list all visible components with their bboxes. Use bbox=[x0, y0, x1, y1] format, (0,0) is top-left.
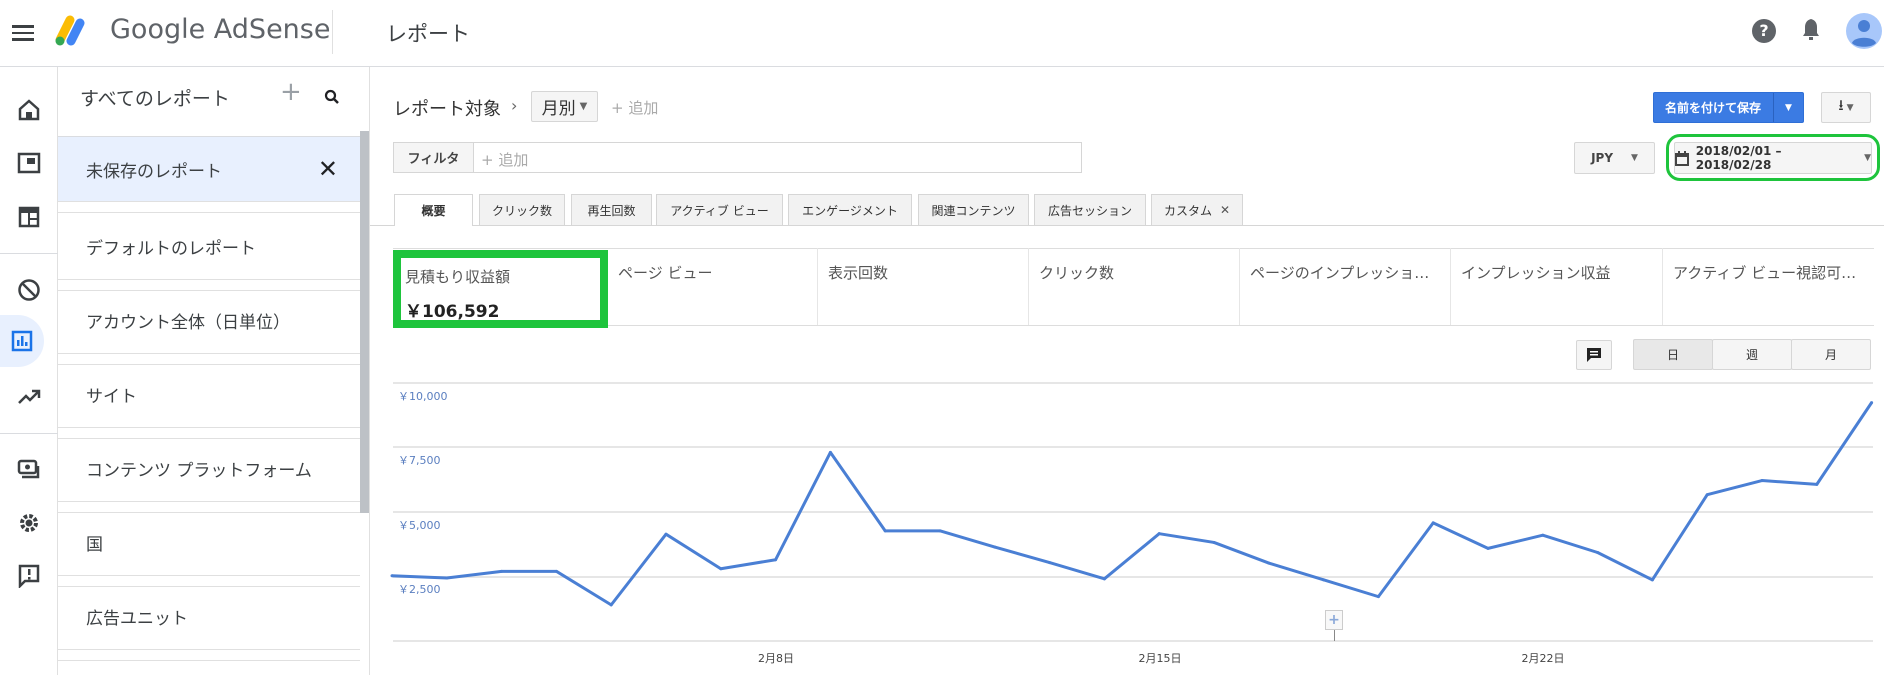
annotation-marker bbox=[1334, 630, 1335, 641]
chart-plot bbox=[390, 401, 1874, 607]
data-point[interactable] bbox=[1541, 533, 1545, 537]
data-point[interactable] bbox=[774, 558, 778, 562]
data-point[interactable] bbox=[390, 574, 394, 578]
data-point[interactable] bbox=[938, 529, 942, 533]
data-point[interactable] bbox=[1815, 482, 1819, 486]
data-point[interactable] bbox=[1157, 532, 1161, 536]
data-point[interactable] bbox=[1705, 493, 1709, 497]
data-point[interactable] bbox=[554, 569, 558, 573]
data-point[interactable] bbox=[1486, 546, 1490, 550]
data-point[interactable] bbox=[1596, 551, 1600, 555]
data-point[interactable] bbox=[1212, 540, 1216, 544]
data-point[interactable] bbox=[1376, 595, 1380, 599]
data-point[interactable] bbox=[1267, 561, 1271, 565]
data-point[interactable] bbox=[993, 545, 997, 549]
data-point[interactable] bbox=[609, 603, 613, 607]
data-point[interactable] bbox=[1650, 578, 1654, 582]
data-point[interactable] bbox=[883, 529, 887, 533]
data-point[interactable] bbox=[719, 567, 723, 571]
data-point[interactable] bbox=[1760, 479, 1764, 483]
data-point[interactable] bbox=[1870, 401, 1874, 405]
data-point[interactable] bbox=[500, 569, 504, 573]
data-point[interactable] bbox=[664, 532, 668, 536]
data-point[interactable] bbox=[1322, 578, 1326, 582]
data-point[interactable] bbox=[445, 576, 449, 580]
data-point[interactable] bbox=[1048, 561, 1052, 565]
data-point[interactable] bbox=[1431, 521, 1435, 525]
add-annotation-icon[interactable]: + bbox=[1325, 610, 1343, 630]
earnings-line bbox=[391, 401, 1873, 607]
data-point[interactable] bbox=[828, 450, 832, 454]
data-point[interactable] bbox=[1102, 577, 1106, 581]
